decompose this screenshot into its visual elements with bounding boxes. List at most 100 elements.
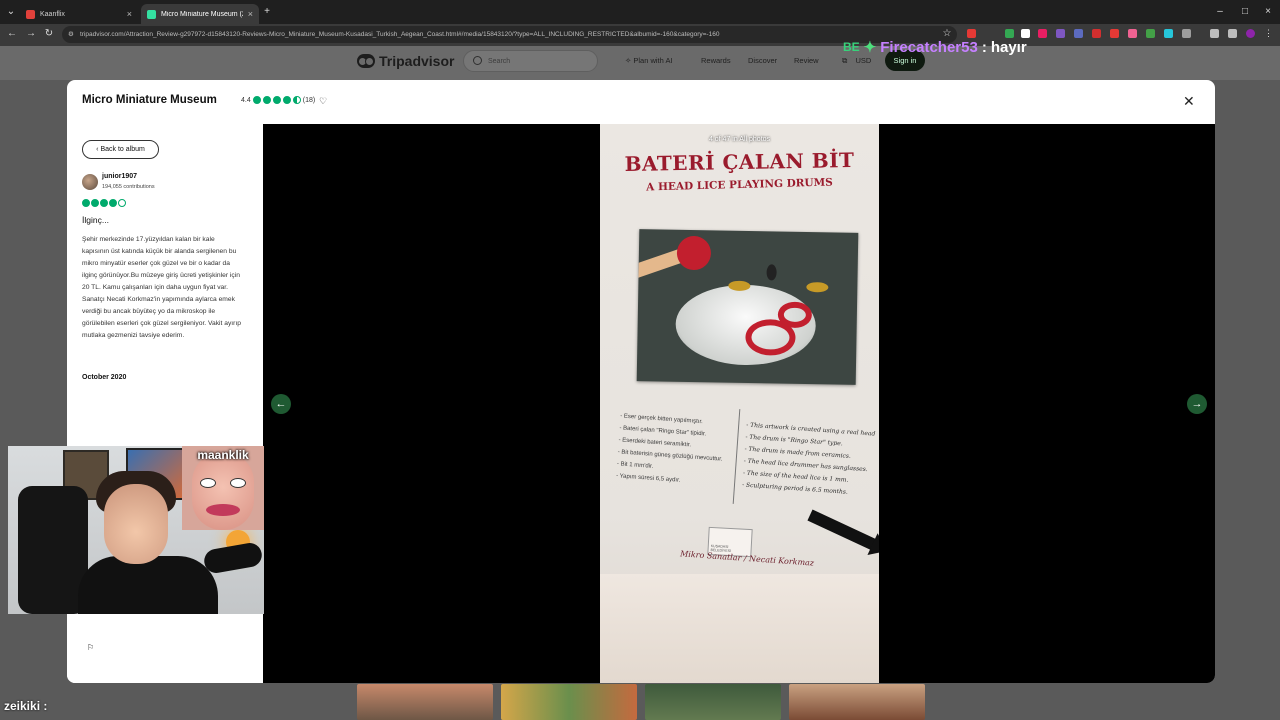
- guest-cam-label: maanklik: [197, 448, 249, 462]
- rating-bubble-icon: [100, 199, 108, 207]
- streamer-body: [78, 556, 218, 614]
- minimize-icon[interactable]: –: [1213, 5, 1227, 19]
- extension-icon[interactable]: [1128, 29, 1137, 38]
- site-search-input[interactable]: Search: [463, 50, 598, 72]
- attraction-rating: 4.4 (18): [241, 96, 315, 104]
- nav-plan-with-ai[interactable]: ✧ Plan with AI: [625, 56, 673, 65]
- rating-bubble-icon: [91, 199, 99, 207]
- extension-icon[interactable]: [1164, 29, 1173, 38]
- rating-value: 4.4: [241, 96, 251, 104]
- rating-bubble-icon: [252, 96, 261, 104]
- photo-thumbnail[interactable]: [501, 684, 637, 720]
- rating-bubble-empty-icon: [118, 199, 126, 207]
- sidebar-icon[interactable]: [1228, 29, 1237, 38]
- close-tab-icon[interactable]: ×: [127, 9, 132, 19]
- browser-toolbar: ← → ↻ ⚙ tripadvisor.com/Attraction_Revie…: [0, 24, 1280, 46]
- nav-rewards[interactable]: Rewards: [701, 56, 731, 65]
- tab-label: Micro Miniature Museum (2025): [161, 10, 243, 18]
- chat-username: Firecatcher53: [880, 38, 978, 56]
- guest-eyes: [200, 478, 246, 488]
- review-rating: [82, 199, 126, 207]
- extension-icon[interactable]: [1056, 29, 1065, 38]
- photo-viewer: BATERİ ÇALAN BİT A HEAD LICE PLAYING DRU…: [263, 124, 1215, 683]
- rating-bubble-icon: [282, 96, 291, 104]
- back-arrow-icon[interactable]: ←: [5, 27, 19, 41]
- nav-label: Rewards: [701, 56, 731, 65]
- reviewer-contributions: 194,055 contributions: [102, 184, 155, 190]
- stream-chat-highlight: BE ✦ Firecatcher53: hayır: [843, 37, 1027, 57]
- next-photo-arrow-icon[interactable]: →: [1187, 394, 1207, 414]
- tab-micro-miniature-museum[interactable]: Micro Miniature Museum (2025) ×: [141, 4, 259, 24]
- photo-thumbnail[interactable]: [645, 684, 781, 720]
- maximize-icon[interactable]: □: [1238, 5, 1252, 19]
- extension-icon[interactable]: [1074, 29, 1083, 38]
- rating-bubble-half-icon: [292, 96, 301, 104]
- reload-icon[interactable]: ↻: [42, 27, 56, 41]
- chat-colon: :: [981, 38, 987, 56]
- extension-icon[interactable]: [1146, 29, 1155, 38]
- nav-review[interactable]: Review: [794, 56, 819, 65]
- review-title[interactable]: İlginç...: [82, 215, 109, 225]
- poster-photo: [636, 229, 859, 385]
- new-tab-plus-icon[interactable]: +: [260, 5, 274, 19]
- kaanflix-favicon-icon: [26, 9, 35, 19]
- site-info-icon[interactable]: ⚙: [68, 26, 74, 43]
- extensions-puzzle-icon[interactable]: [1182, 29, 1191, 38]
- downloads-icon[interactable]: [1210, 29, 1219, 38]
- address-bar[interactable]: ⚙ tripadvisor.com/Attraction_Review-g297…: [62, 26, 957, 43]
- guest-face: [192, 452, 254, 530]
- black-arrow-marker: [807, 509, 879, 553]
- photo-thumbnail[interactable]: [357, 684, 493, 720]
- search-icon: [473, 56, 482, 65]
- cymbal: [806, 282, 829, 293]
- currency-selector[interactable]: ⧉ USD: [842, 56, 871, 66]
- reviewer-avatar[interactable]: [82, 174, 98, 190]
- poster-text-english: - This artwork is created using a real h…: [742, 420, 876, 501]
- close-modal-icon[interactable]: ✕: [1183, 93, 1195, 110]
- nav-label: Review: [794, 56, 819, 65]
- logo-text: Tripadvisor: [379, 53, 455, 69]
- save-heart-icon[interactable]: ♡: [319, 96, 327, 107]
- forward-arrow-icon[interactable]: →: [24, 27, 38, 41]
- tripadvisor-favicon-icon: [147, 9, 156, 19]
- browser-tab-bar: ⌄ Kaanflix × Micro Miniature Museum (202…: [0, 0, 1280, 24]
- poster-divider: [732, 409, 741, 504]
- previous-photo-arrow-icon[interactable]: ←: [271, 394, 291, 414]
- back-to-album-button[interactable]: ‹ Back to album: [82, 140, 159, 159]
- rating-bubble-icon: [82, 199, 90, 207]
- close-tab-icon[interactable]: ×: [248, 9, 253, 19]
- rating-bubble-icon: [272, 96, 281, 104]
- wall-background: [600, 574, 879, 683]
- microphone: [202, 541, 264, 575]
- museum-photo: BATERİ ÇALAN BİT A HEAD LICE PLAYING DRU…: [600, 124, 879, 683]
- tab-search-icon[interactable]: ⌄: [4, 5, 18, 19]
- poster-title: BATERİ ÇALAN BİT: [624, 147, 855, 177]
- photo-thumbnail[interactable]: [789, 684, 925, 720]
- nav-label: Plan with AI: [633, 56, 673, 65]
- tripadvisor-logo[interactable]: Tripadvisor: [357, 52, 454, 70]
- report-flag-icon[interactable]: ⚐: [87, 643, 94, 652]
- poster-subtitle: A HEAD LICE PLAYING DRUMS: [646, 176, 833, 194]
- extension-icon[interactable]: [1092, 29, 1101, 38]
- photo-counter: 4 of 47 in All photos: [708, 136, 771, 143]
- nav-label: Discover: [748, 56, 778, 65]
- close-window-icon[interactable]: ×: [1261, 5, 1275, 19]
- matchstick-head: [676, 235, 712, 271]
- language-icon: ⧉: [842, 56, 850, 65]
- guest-lips: [206, 504, 240, 516]
- nav-discover[interactable]: Discover: [748, 56, 777, 65]
- profile-avatar-icon[interactable]: [1246, 29, 1255, 38]
- extension-icon[interactable]: [1038, 29, 1047, 38]
- cymbal: [728, 280, 751, 292]
- menu-kebab-icon[interactable]: ⋮: [1264, 29, 1273, 38]
- guest-webcam: maanklik: [182, 446, 264, 530]
- reviewer-username[interactable]: junior1907: [102, 173, 137, 180]
- tab-kaanflix[interactable]: Kaanflix ×: [20, 4, 138, 24]
- streamer-face: [104, 484, 168, 564]
- chat-badge: BE: [843, 40, 860, 54]
- tab-label: Kaanflix: [40, 10, 65, 18]
- extension-icon[interactable]: [1110, 29, 1119, 38]
- review-count[interactable]: (18): [303, 97, 315, 104]
- back-label: Back to album: [100, 146, 145, 153]
- photo-thumbnail-strip: [357, 684, 925, 720]
